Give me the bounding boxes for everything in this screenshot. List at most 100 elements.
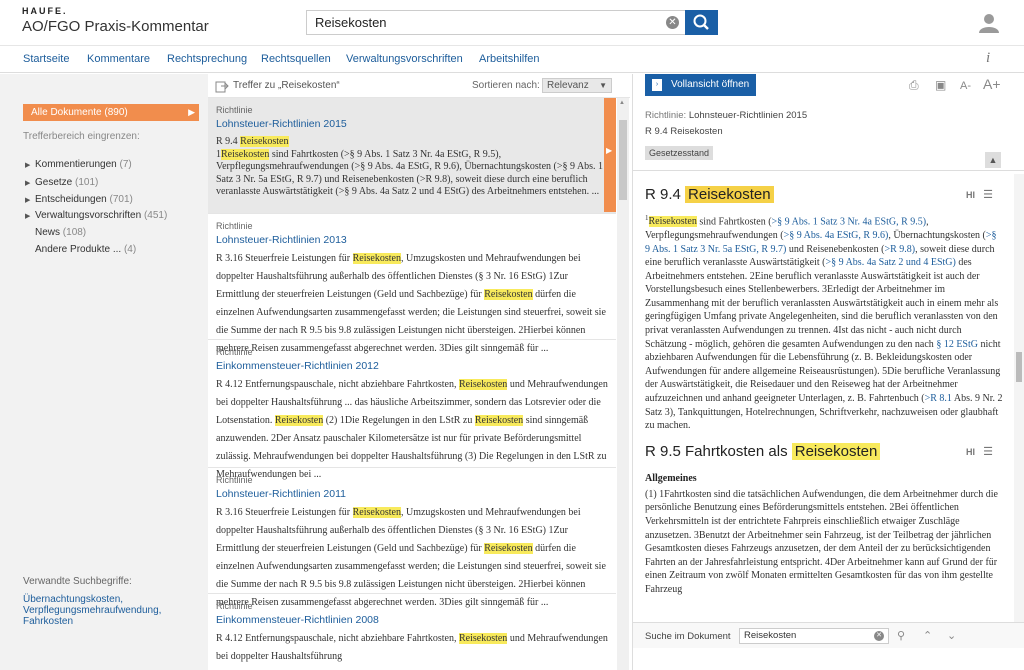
scrollbar-thumb[interactable] [619, 120, 627, 200]
reference-link[interactable]: >R 8.1 [925, 393, 952, 404]
search-box: ✕ [306, 10, 686, 35]
tree-label: Gesetze [35, 177, 73, 188]
sort-value: Relevanz [547, 80, 589, 91]
result-type: Richtlinie [216, 221, 253, 231]
sort-select[interactable]: Relevanz ▼ [542, 78, 612, 93]
highlight-toggle-icon[interactable]: HI [966, 190, 975, 200]
info-icon[interactable]: i [986, 50, 990, 67]
result-item[interactable]: Richtlinie Lohnsteuer-Richtlinien 2015 R… [208, 98, 616, 214]
menu-icon[interactable]: ☰ [983, 445, 993, 458]
document-toolbar: › Vollansicht öffnen ⎙ ▣ A- A+ [633, 74, 1024, 98]
reference-link[interactable]: >§ 9 Abs. 4a Satz 2 und 4 EStG) [826, 257, 956, 268]
save-icon[interactable]: ▣ [935, 78, 946, 92]
results-scrollbar[interactable]: ▲ [617, 98, 629, 670]
tree-item-news[interactable]: News (108) [25, 227, 86, 238]
next-hit-icon[interactable]: ⌄ [947, 629, 956, 642]
nav-rechtsprechung[interactable]: Rechtsprechung [167, 53, 247, 65]
expand-icon[interactable]: ▶ [25, 179, 35, 187]
font-increase-icon[interactable]: A+ [983, 76, 1001, 92]
highlight-toggle-icon[interactable]: HI [966, 447, 975, 457]
collapse-icon[interactable]: ▲ [985, 152, 1001, 168]
result-item[interactable]: Richtlinie Lohnsteuer-Richtlinien 2013 R… [208, 214, 616, 354]
document-search-label: Suche im Dokument [645, 631, 731, 642]
all-documents-filter[interactable]: Alle Dokumente (890) ▶ [23, 104, 199, 121]
result-item[interactable]: Richtlinie Einkommensteuer-Richtlinien 2… [208, 594, 616, 670]
user-icon[interactable] [978, 12, 1000, 39]
result-title[interactable]: Lohnsteuer-Richtlinien 2013 [216, 234, 608, 248]
previous-hit-icon[interactable]: ⌃ [923, 629, 932, 642]
print-icon[interactable]: ⎙ [909, 78, 919, 93]
tree-item-entscheidungen[interactable]: ▶ Entscheidungen (701) [25, 194, 133, 205]
top-bar: HAUFE. AO/FGO Praxis-Kommentar ✕ [0, 0, 1024, 46]
result-snippet: R 3.16 Steuerfreie Leistungen für Reisek… [216, 253, 606, 354]
clear-icon[interactable]: ✕ [874, 631, 884, 641]
results-title: Treffer zu „Reisekosten“ [233, 80, 340, 91]
result-type: Richtlinie [216, 475, 253, 485]
divider [633, 170, 1024, 171]
tree-count: (7) [119, 159, 132, 170]
reference-link[interactable]: § 12 EStG [936, 339, 978, 350]
snippet-highlight: Reisekosten [240, 136, 289, 147]
search-input[interactable] [307, 11, 647, 34]
result-title[interactable]: Einkommensteuer-Richtlinien 2008 [216, 614, 608, 628]
clear-icon[interactable]: ✕ [666, 16, 679, 29]
meta-line: Richtlinie: Lohnsteuer-Richtlinien 2015 [645, 108, 807, 124]
expand-icon[interactable]: ▶ [25, 161, 35, 169]
related-terms: Übernachtungskosten, Verpflegungsmehrauf… [23, 594, 161, 627]
heading-prefix: R 9.4 [645, 186, 681, 203]
tree-item-verwaltungsvorschriften[interactable]: ▶ Verwaltungsvorschriften (451) [25, 210, 167, 221]
reference-link[interactable]: >R 9.8) [884, 244, 915, 255]
result-snippet: R 9.4 Reisekosten 1Reisekosten sind Fahrt… [216, 136, 608, 199]
result-type: Richtlinie [216, 105, 253, 115]
chevron-right-icon: ▶ [606, 146, 613, 155]
scrollbar-thumb[interactable] [1016, 352, 1022, 382]
result-snippet: R 3.16 Steuerfreie Leistungen für Reisek… [216, 507, 606, 608]
related-term-link[interactable]: Übernachtungskosten, [23, 594, 161, 605]
nav-arbeitshilfen[interactable]: Arbeitshilfen [479, 53, 540, 65]
chevron-down-icon: ▼ [599, 81, 607, 90]
tree-item-kommentierungen[interactable]: ▶ Kommentierungen (7) [25, 159, 132, 170]
narrow-label: Trefferbereich eingrenzen: [23, 131, 140, 142]
meta-section: R 9.4 Reisekosten [645, 126, 723, 137]
result-title[interactable]: Einkommensteuer-Richtlinien 2012 [216, 360, 608, 374]
result-item[interactable]: Richtlinie Einkommensteuer-Richtlinien 2… [208, 340, 616, 480]
nav-startseite[interactable]: Startseite [23, 53, 69, 65]
expand-icon[interactable]: ▶ [25, 212, 35, 220]
brand-logo: HAUFE. [22, 6, 68, 16]
full-view-button[interactable]: › Vollansicht öffnen [645, 74, 756, 96]
reference-link[interactable]: >§ 9 Abs. 4a EStG, R 9.6) [784, 230, 889, 241]
result-item[interactable]: Richtlinie Lohnsteuer-Richtlinien 2011 R… [208, 468, 616, 608]
result-title[interactable]: Lohnsteuer-Richtlinien 2011 [216, 488, 608, 502]
tree-count: (451) [143, 210, 168, 221]
document-search-input[interactable]: Reisekosten ✕ [739, 628, 889, 644]
app-title[interactable]: AO/FGO Praxis-Kommentar [22, 18, 209, 35]
tree-item-andere-produkte[interactable]: Andere Produkte ... (4) [25, 244, 136, 255]
menu-icon[interactable]: ☰ [983, 188, 993, 201]
related-term-link[interactable]: Fahrkosten [23, 616, 161, 627]
snippet-prefix: R 9.4 [216, 136, 241, 147]
export-icon[interactable] [215, 79, 229, 93]
nav-kommentare[interactable]: Kommentare [87, 53, 150, 65]
document-body: R 9.4 Reisekosten HI ☰ 1Reisekosten sind F… [645, 182, 1003, 622]
scroll-up-icon[interactable]: ▲ [619, 100, 627, 106]
related-terms-title: Verwandte Suchbegriffe: [23, 576, 132, 587]
result-type: Richtlinie [216, 347, 253, 357]
status-badge: Gesetzesstand [645, 146, 714, 160]
nav-verwaltungsvorschriften[interactable]: Verwaltungsvorschriften [346, 53, 463, 65]
result-title[interactable]: Lohnsteuer-Richtlinien 2015 [216, 118, 608, 132]
active-result-marker: ▶ [604, 98, 616, 212]
paragraph: (1) 1Fahrtkosten sind die tatsächlichen … [645, 488, 998, 595]
search-icon[interactable]: ⚲ [897, 629, 905, 642]
all-documents-label: Alle Dokumente (890) [31, 107, 128, 118]
tree-count: (4) [123, 244, 137, 255]
expand-icon[interactable]: ▶ [25, 196, 35, 204]
search-button[interactable] [685, 10, 718, 35]
reference-link[interactable]: >§ 9 Abs. 1 Satz 3 Nr. 4a EStG, R 9.5) [772, 216, 927, 227]
tree-item-gesetze[interactable]: ▶ Gesetze (101) [25, 177, 98, 188]
related-term-link[interactable]: Verpflegungsmehraufwendung, [23, 605, 161, 616]
results-list: Treffer zu „Reisekosten“ Sortieren nach:… [208, 74, 630, 670]
search-icon [693, 14, 709, 30]
nav-rechtsquellen[interactable]: Rechtsquellen [261, 53, 331, 65]
document-scrollbar[interactable] [1014, 174, 1024, 622]
font-decrease-icon[interactable]: A- [960, 80, 971, 92]
